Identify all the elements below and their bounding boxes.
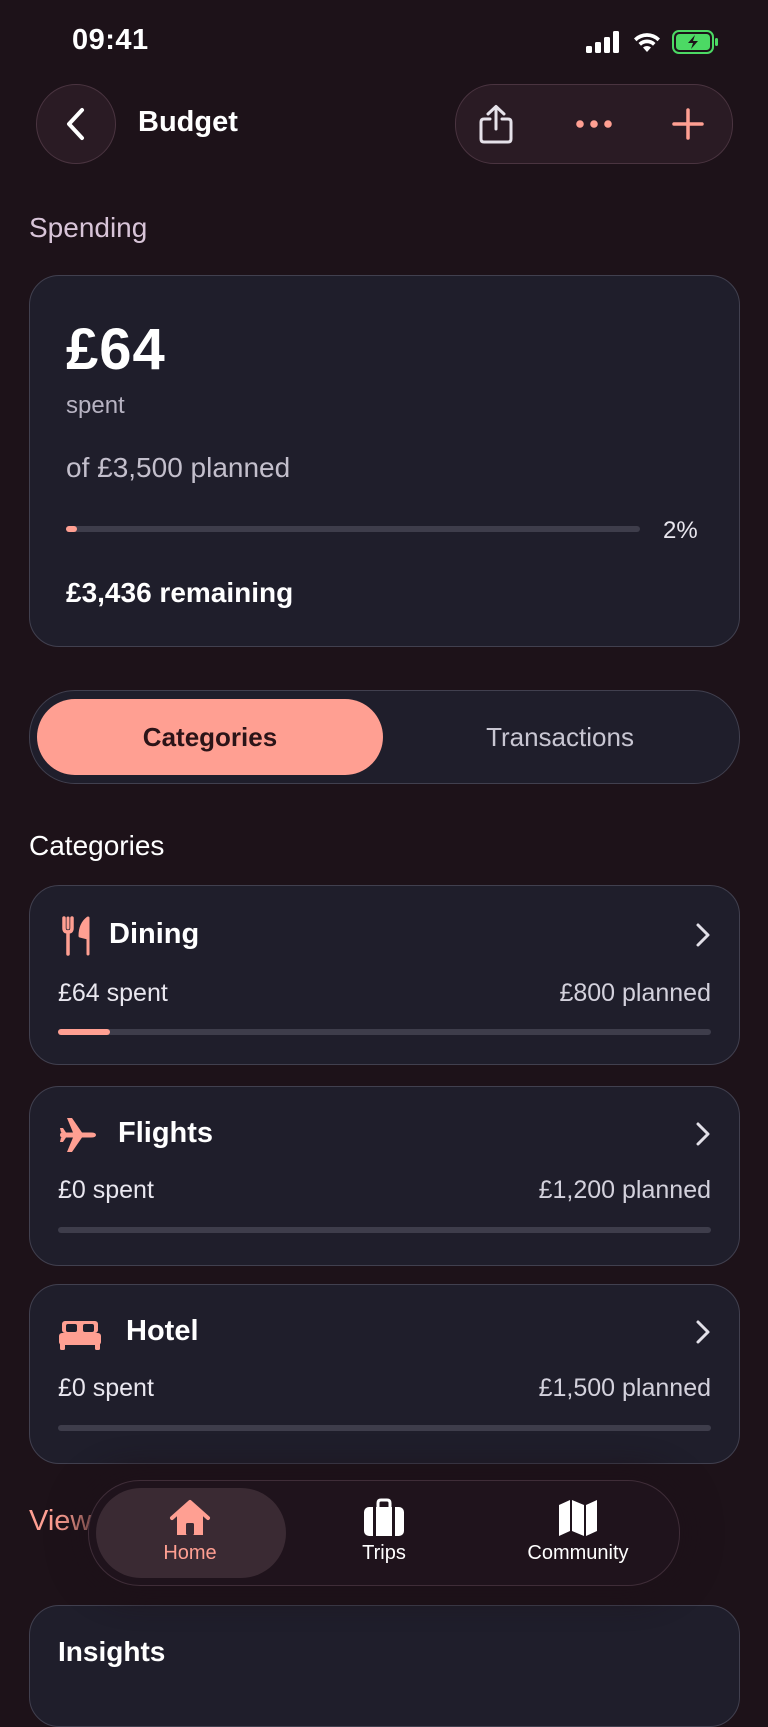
back-button[interactable] — [36, 84, 116, 164]
category-planned: £1,200 planned — [538, 1176, 711, 1204]
category-name: Hotel — [126, 1315, 199, 1347]
status-icons — [586, 30, 720, 54]
page-title: Budget — [138, 106, 238, 138]
bed-icon — [59, 1321, 101, 1350]
map-icon — [559, 1500, 597, 1536]
spent-label: spent — [66, 392, 125, 419]
more-button[interactable] — [554, 85, 634, 163]
plus-icon — [672, 108, 704, 140]
tab-home-label: Home — [163, 1542, 217, 1564]
category-spent: £64 spent — [58, 979, 168, 1007]
tab-trips-label: Trips — [362, 1542, 406, 1564]
category-spent: £0 spent — [58, 1374, 154, 1402]
status-time: 09:41 — [72, 24, 149, 56]
category-spent: £0 spent — [58, 1176, 154, 1204]
categories-heading: Categories — [29, 830, 165, 861]
tab-home[interactable]: Home — [140, 1498, 240, 1565]
tab-categories[interactable]: Categories — [37, 699, 383, 775]
category-card-hotel[interactable]: Hotel £0 spent £1,500 planned — [29, 1284, 740, 1464]
wifi-icon — [634, 33, 660, 52]
battery-icon — [672, 30, 718, 54]
category-planned: £800 planned — [559, 979, 711, 1007]
tab-trips[interactable]: Trips — [334, 1498, 434, 1565]
category-name: Dining — [109, 918, 200, 950]
category-progress-track — [58, 1029, 711, 1035]
category-name: Flights — [118, 1117, 214, 1149]
share-button[interactable] — [456, 85, 536, 163]
summary-progress-track — [66, 526, 640, 532]
spent-amount: £64 — [66, 317, 166, 382]
ellipsis-icon — [576, 120, 612, 128]
category-planned: £1,500 planned — [538, 1374, 711, 1402]
section-label-spending: Spending — [29, 212, 148, 243]
header-actions — [455, 84, 733, 164]
tab-community[interactable]: Community — [518, 1498, 638, 1565]
add-button[interactable] — [648, 85, 728, 163]
category-progress-track — [58, 1425, 711, 1431]
category-card-dining[interactable]: Dining £64 spent £800 planned — [29, 885, 740, 1065]
suitcase-icon — [364, 1498, 404, 1536]
airplane-icon — [60, 1118, 96, 1152]
category-progress-track — [58, 1227, 711, 1233]
share-icon — [479, 105, 513, 144]
category-card-flights[interactable]: Flights £0 spent £1,200 planned — [29, 1086, 740, 1266]
remaining-amount: £3,436 remaining — [66, 577, 294, 608]
progress-percent: 2% — [663, 517, 698, 544]
chevron-right-icon — [696, 1122, 710, 1146]
view-all-link[interactable]: View — [29, 1505, 91, 1538]
planned-label: of £3,500 planned — [66, 452, 291, 483]
tab-transactions[interactable]: Transactions — [390, 699, 730, 775]
chevron-right-icon — [696, 923, 710, 947]
house-icon — [170, 1500, 210, 1535]
insights-title: Insights — [58, 1636, 166, 1667]
summary-progress-fill — [66, 526, 78, 532]
category-progress-fill — [58, 1029, 111, 1035]
fork-knife-icon — [62, 916, 90, 956]
tab-community-label: Community — [527, 1542, 629, 1564]
chevron-left-icon — [67, 108, 84, 140]
chevron-right-icon — [696, 1320, 710, 1344]
signal-icon — [586, 31, 619, 53]
